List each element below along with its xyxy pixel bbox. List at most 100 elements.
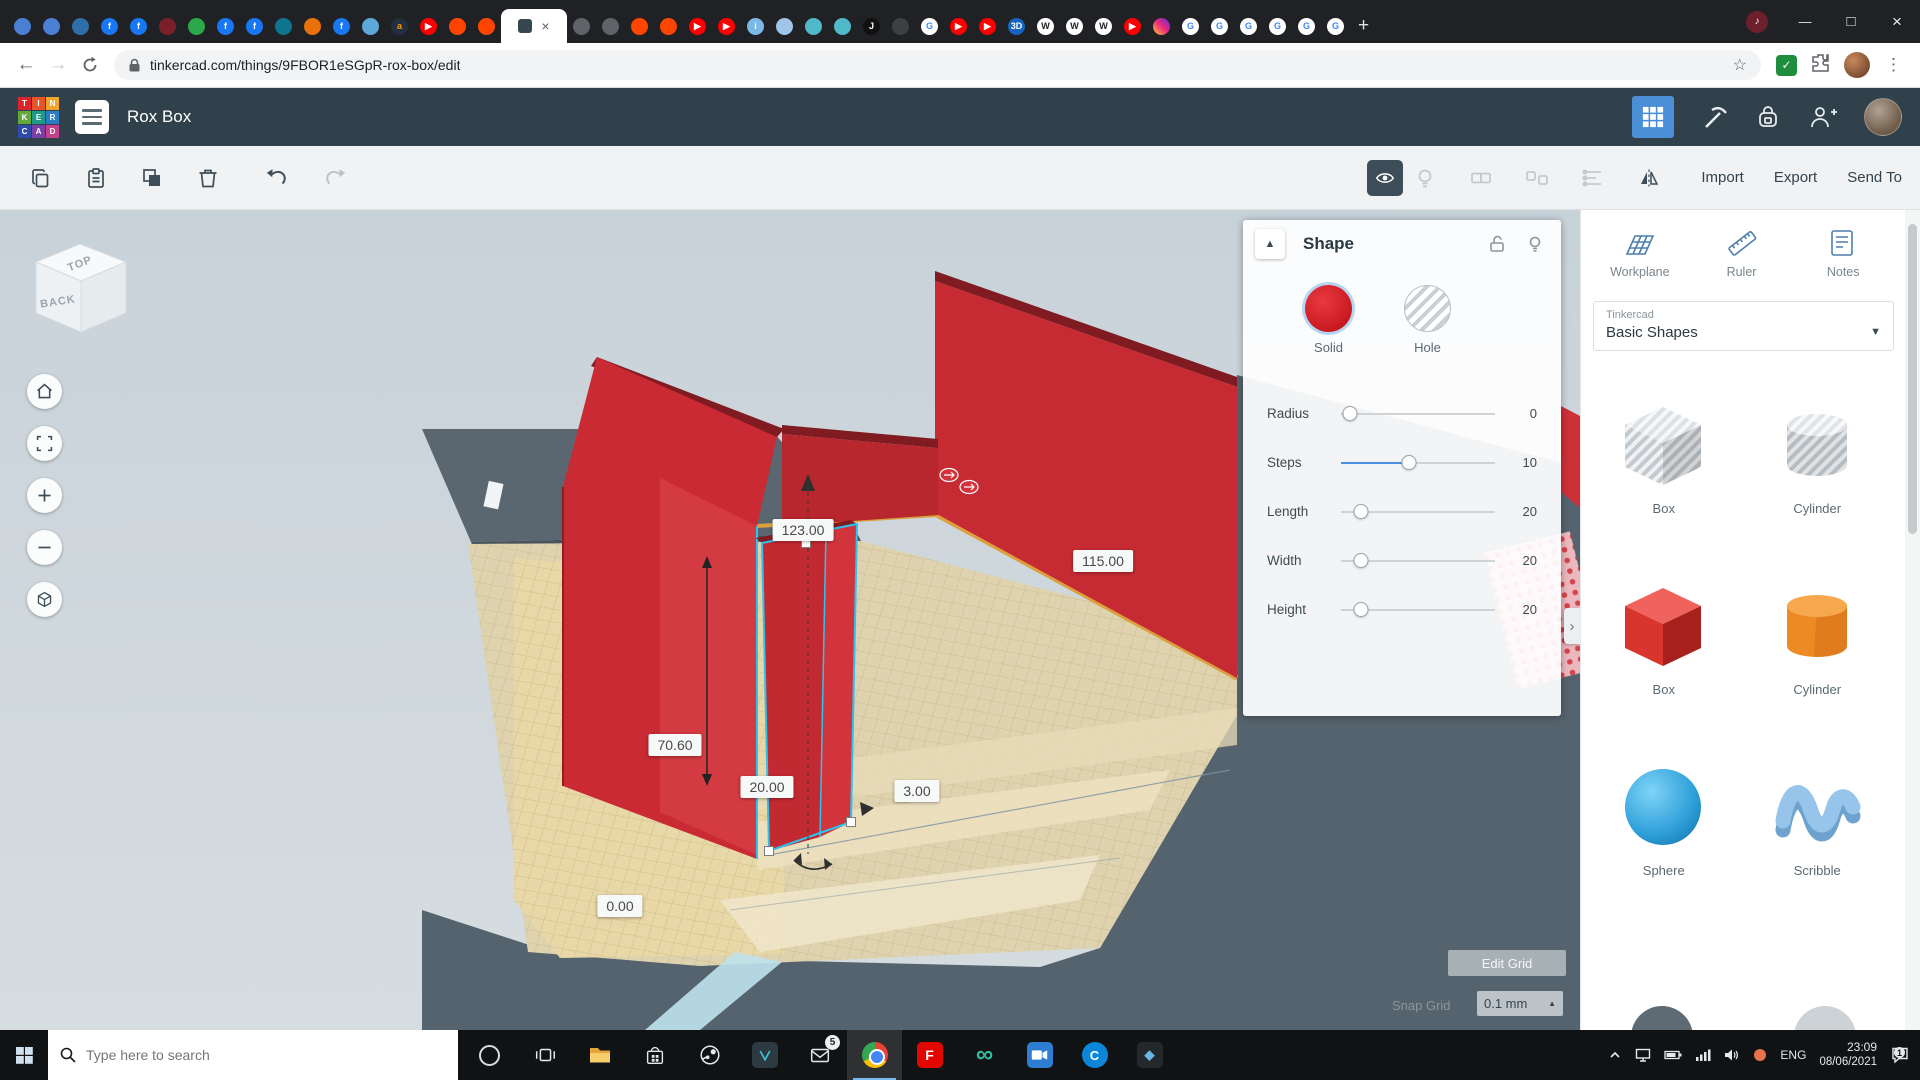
- slider-handle[interactable]: [1343, 406, 1358, 421]
- taskbar-app-dark[interactable]: [737, 1030, 792, 1080]
- bookmark-star-icon[interactable]: ☆: [1733, 55, 1747, 75]
- group-button[interactable]: [1459, 156, 1503, 200]
- pinned-tab[interactable]: [356, 9, 385, 43]
- taskbar-app-diamond[interactable]: ◆: [1122, 1030, 1177, 1080]
- browser-profile-avatar[interactable]: [1844, 52, 1870, 78]
- backpack-icon[interactable]: [1754, 103, 1782, 131]
- pinned-tab[interactable]: ▶: [944, 9, 973, 43]
- shape-scribble[interactable]: Scribble: [1741, 759, 1895, 878]
- pinned-tab[interactable]: [37, 9, 66, 43]
- pinned-tab[interactable]: [654, 9, 683, 43]
- ungroup-button[interactable]: [1515, 156, 1559, 200]
- notes-tool[interactable]: Notes: [1792, 226, 1894, 279]
- pinned-tab[interactable]: [567, 9, 596, 43]
- new-tab-button[interactable]: +: [1358, 15, 1369, 37]
- extension-check-icon[interactable]: ✓: [1776, 55, 1797, 76]
- view-cube[interactable]: TOP BACK: [18, 232, 148, 342]
- pinned-tab[interactable]: f: [211, 9, 240, 43]
- pinned-tab[interactable]: [472, 9, 501, 43]
- url-bar[interactable]: tinkercad.com/things/9FBOR1eSGpR-rox-box…: [114, 50, 1761, 80]
- workplane-tool[interactable]: Workplane: [1589, 226, 1691, 279]
- taskbar-app-task-view[interactable]: [517, 1030, 572, 1080]
- copy-button[interactable]: [18, 156, 62, 200]
- taskbar-app-infinity[interactable]: ∞: [957, 1030, 1012, 1080]
- mirror-button[interactable]: [1627, 156, 1671, 200]
- dimension-label[interactable]: 3.00: [894, 780, 939, 802]
- pinned-tab[interactable]: f: [124, 9, 153, 43]
- shape-box-hole[interactable]: Box: [1587, 397, 1741, 516]
- export-button[interactable]: Export: [1774, 169, 1817, 186]
- design-menu-button[interactable]: [75, 100, 109, 134]
- pinned-tab[interactable]: [298, 9, 327, 43]
- pinned-tab[interactable]: G: [1321, 9, 1350, 43]
- tab-close-icon[interactable]: ×: [541, 19, 549, 33]
- invite-person-icon[interactable]: [1808, 103, 1838, 131]
- pinned-tab[interactable]: [596, 9, 625, 43]
- show-all-button[interactable]: [1367, 160, 1403, 196]
- perspective-toggle-button[interactable]: [27, 582, 62, 617]
- slider-handle[interactable]: [1354, 504, 1369, 519]
- notification-center-button[interactable]: 1: [1890, 1046, 1910, 1064]
- sidebar-scrollbar[interactable]: [1905, 210, 1920, 1030]
- pinned-tab[interactable]: [1147, 9, 1176, 43]
- pinned-tab[interactable]: W: [1031, 9, 1060, 43]
- wifi-icon[interactable]: [1695, 1048, 1711, 1062]
- taskbar-app-steam[interactable]: [682, 1030, 737, 1080]
- battery-icon[interactable]: [1664, 1048, 1682, 1062]
- sidebar-collapse-handle[interactable]: ›: [1564, 608, 1580, 644]
- active-tab[interactable]: ×: [501, 9, 567, 43]
- solid-option[interactable]: Solid: [1305, 277, 1352, 355]
- edit-grid-button[interactable]: Edit Grid: [1448, 950, 1566, 976]
- volume-icon[interactable]: [1724, 1048, 1740, 1062]
- user-avatar[interactable]: [1864, 98, 1902, 136]
- blocks-view-button[interactable]: [1632, 96, 1674, 138]
- pinned-tab[interactable]: W: [1060, 9, 1089, 43]
- pinned-tab[interactable]: f: [327, 9, 356, 43]
- dimension-label[interactable]: 123.00: [773, 519, 834, 541]
- taskbar-app-file-explorer[interactable]: [572, 1030, 627, 1080]
- shape-cylinder-solid[interactable]: Cylinder: [1741, 578, 1895, 697]
- pinned-tab[interactable]: f: [95, 9, 124, 43]
- pinned-tab[interactable]: 3D: [1002, 9, 1031, 43]
- taskbar-app-camera[interactable]: [1012, 1030, 1067, 1080]
- window-close-button[interactable]: ×: [1874, 0, 1920, 43]
- dimension-label[interactable]: 20.00: [740, 776, 793, 798]
- display-icon[interactable]: [1635, 1047, 1651, 1063]
- fit-view-button[interactable]: [27, 426, 62, 461]
- design-title[interactable]: Rox Box: [127, 107, 191, 127]
- zoom-out-button[interactable]: [27, 530, 62, 565]
- taskbar-app-cortana[interactable]: [462, 1030, 517, 1080]
- slider-handle[interactable]: [1354, 602, 1369, 617]
- tray-expand-icon[interactable]: [1608, 1048, 1622, 1062]
- pinned-tab[interactable]: G: [1176, 9, 1205, 43]
- forward-button[interactable]: →: [42, 49, 74, 81]
- pinned-tab[interactable]: G: [1205, 9, 1234, 43]
- pinned-tab[interactable]: [828, 9, 857, 43]
- pinned-tab[interactable]: [799, 9, 828, 43]
- start-button[interactable]: [0, 1030, 48, 1080]
- duplicate-button[interactable]: [130, 156, 174, 200]
- taskbar-app-chrome[interactable]: [847, 1030, 902, 1080]
- taskbar-app-mail[interactable]: 5: [792, 1030, 847, 1080]
- minecraft-pickaxe-icon[interactable]: [1700, 103, 1728, 131]
- light-button[interactable]: [1403, 156, 1447, 200]
- pinned-tab[interactable]: ▶: [414, 9, 443, 43]
- slider-handle[interactable]: [1401, 455, 1416, 470]
- pinned-tab[interactable]: [443, 9, 472, 43]
- pinned-tab[interactable]: [770, 9, 799, 43]
- scrollbar-thumb[interactable]: [1908, 224, 1917, 534]
- shape-library-dropdown[interactable]: Tinkercad Basic Shapes ▼: [1593, 301, 1894, 351]
- tinkercad-logo[interactable]: T I N K E R C A D: [18, 97, 59, 138]
- paste-button[interactable]: [74, 156, 118, 200]
- dimension-label[interactable]: 0.00: [597, 895, 642, 917]
- pinned-tab[interactable]: G: [1263, 9, 1292, 43]
- tray-app-icon[interactable]: [1753, 1048, 1767, 1062]
- delete-button[interactable]: [186, 156, 230, 200]
- pinned-tab[interactable]: [153, 9, 182, 43]
- pinned-tab[interactable]: f: [240, 9, 269, 43]
- pinned-tab[interactable]: ▶: [1118, 9, 1147, 43]
- shape-box-solid[interactable]: Box: [1587, 578, 1741, 697]
- back-button[interactable]: ←: [10, 49, 42, 81]
- window-maximize-button[interactable]: □: [1828, 0, 1874, 43]
- pinned-tab[interactable]: [269, 9, 298, 43]
